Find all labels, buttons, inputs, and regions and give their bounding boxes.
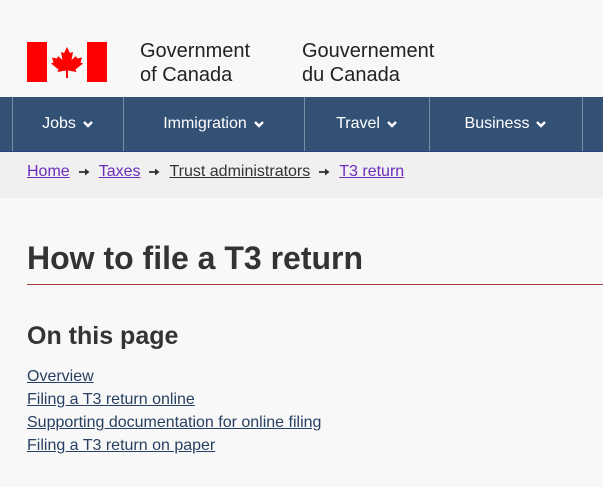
menu-item-business[interactable]: Business <box>430 97 582 151</box>
breadcrumb-trail: Home Taxes Trust administrators T3 retur… <box>27 152 404 192</box>
breadcrumb-trust-administrators[interactable]: Trust administrators <box>169 163 310 181</box>
toc-heading: On this page <box>27 322 179 350</box>
signature-fr-line-2: du Canada <box>302 64 400 86</box>
chevron-down-icon <box>387 121 397 128</box>
menu-item-label: Business <box>464 115 530 132</box>
list-item: Filing a T3 return on paper <box>27 434 321 457</box>
signature-en-line-1: Government <box>140 40 251 62</box>
chevron-down-icon <box>83 121 93 128</box>
breadcrumb-taxes[interactable]: Taxes <box>99 163 141 181</box>
toc-link-filing-online[interactable]: Filing a T3 return online <box>27 391 195 408</box>
arrow-right-icon <box>149 168 160 176</box>
site-header: Government of Canada Gouvernement du Can… <box>0 0 603 97</box>
arrow-right-icon <box>319 168 330 176</box>
arrow-right-icon <box>78 168 90 176</box>
signature-fr-line-1: Gouvernement <box>302 40 435 62</box>
signature-en-line-2: of Canada <box>140 64 233 86</box>
menu-item-label: Travel <box>336 115 380 132</box>
toc-link-supporting-documentation[interactable]: Supporting documentation for online fili… <box>27 414 321 431</box>
breadcrumb: Home Taxes Trust administrators T3 retur… <box>0 152 603 198</box>
chevron-down-icon <box>536 121 547 128</box>
menu-item-label: Jobs <box>42 115 76 132</box>
toc-link-overview[interactable]: Overview <box>27 368 94 385</box>
government-signature-en[interactable]: Government of Canada <box>140 39 250 87</box>
toc-link-filing-paper[interactable]: Filing a T3 return on paper <box>27 437 215 454</box>
menu-item-travel[interactable]: Travel <box>305 97 429 151</box>
chevron-down-icon <box>253 121 264 128</box>
canada-flag-icon[interactable] <box>27 42 107 82</box>
menu-item-immigration[interactable]: Immigration <box>124 97 304 151</box>
list-item: Filing a T3 return online <box>27 388 321 411</box>
title-underline <box>27 284 603 285</box>
page-title: How to file a T3 return <box>27 240 364 276</box>
menu-item-jobs[interactable]: Jobs <box>13 97 123 151</box>
breadcrumb-home[interactable]: Home <box>27 163 70 181</box>
list-item: Overview <box>27 365 321 388</box>
menu-divider <box>582 97 583 151</box>
toc-list: Overview Filing a T3 return online Suppo… <box>27 365 321 457</box>
breadcrumb-t3-return[interactable]: T3 return <box>339 163 404 181</box>
menu-item-label: Immigration <box>163 115 247 132</box>
main-menu: Jobs Immigration Travel Business <box>0 97 603 152</box>
government-signature-fr[interactable]: Gouvernement du Canada <box>302 39 434 87</box>
list-item: Supporting documentation for online fili… <box>27 411 321 434</box>
